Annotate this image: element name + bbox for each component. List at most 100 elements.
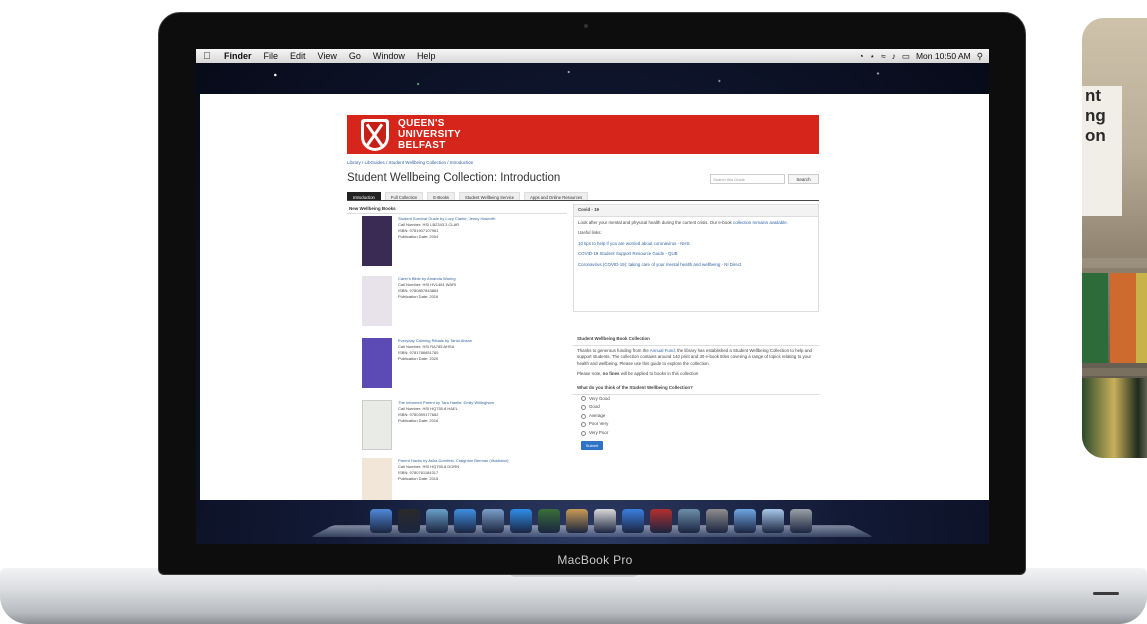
photo-book <box>1136 273 1147 363</box>
app-store-icon[interactable] <box>454 509 476 533</box>
facetime-icon[interactable] <box>538 509 560 533</box>
book-title[interactable]: Carer's Bible <box>398 276 421 281</box>
university-name[interactable]: QUEEN'S UNIVERSITY BELFAST <box>398 118 461 151</box>
photo-sign-line: on <box>1085 126 1106 145</box>
book-title[interactable]: Everyday Calming Rituals <box>398 338 444 343</box>
bluetooth-icon[interactable]: ⋆ <box>870 51 875 62</box>
poll-option-label: Poor Very <box>589 421 609 427</box>
book-author[interactable]: by Tania Ahsan <box>445 338 472 343</box>
book-cover[interactable] <box>362 216 392 266</box>
documents-folder-icon[interactable] <box>762 509 784 533</box>
poll-option[interactable]: Poor Very <box>573 420 819 429</box>
menu-edit[interactable]: Edit <box>284 51 312 61</box>
applications-folder-icon[interactable] <box>734 509 756 533</box>
menu-go[interactable]: Go <box>343 51 367 61</box>
dock <box>310 501 874 543</box>
covid-intro-link[interactable]: collection remains available. <box>733 220 788 225</box>
menu-status-area: ◔ ⋆ ≈ ♪ ▭ Mon 10:50 AM ⚲ <box>859 51 989 62</box>
new-books-heading: New Wellbeing Books <box>347 204 567 214</box>
poll-option-label: Very Poor <box>589 429 609 435</box>
wifi-icon[interactable]: ≈ <box>881 51 886 61</box>
poll-option[interactable]: Average <box>573 412 819 421</box>
system-prefs-icon[interactable] <box>706 509 728 533</box>
tab-introduction[interactable]: Introduction <box>347 192 381 200</box>
book-date: Publication Date: 2020 <box>398 356 439 361</box>
mission-control-icon[interactable] <box>426 509 448 533</box>
covid-link[interactable]: 10 tips to help if you are worried about… <box>574 240 818 249</box>
photo-sign-line: ng <box>1085 106 1106 125</box>
time-machine-icon[interactable]: ◔ <box>859 51 864 61</box>
trash-icon[interactable] <box>790 509 812 533</box>
annual-fund-link[interactable]: Annual Fund, <box>650 348 676 353</box>
library-photo: nt ng on <box>1082 18 1147 458</box>
book-item: Everyday Calming Rituals by Tania Ahsan … <box>362 338 562 390</box>
book-item: Student Survival Guide by Lucy Clarke, J… <box>362 216 562 268</box>
clock[interactable]: Mon 10:50 AM <box>916 51 971 61</box>
tab-apps-online-resources[interactable]: Apps and Online Resources <box>524 192 589 200</box>
qub-banner: QUEEN'S UNIVERSITY BELFAST <box>347 115 819 154</box>
university-name-line: BELFAST <box>398 140 446 151</box>
menu-bar:  Finder File Edit View Go Window Help ◔… <box>196 49 989 63</box>
book-cover[interactable] <box>362 276 392 326</box>
tab-student-wellbeing-service[interactable]: Student Wellbeing Service <box>459 192 521 200</box>
poll-option[interactable]: Very Poor <box>573 429 819 438</box>
search-input[interactable]: Search this Guide <box>710 174 785 184</box>
radio-button[interactable] <box>581 430 586 436</box>
page-title: Student Wellbeing Collection: Introducti… <box>347 172 561 184</box>
menu-app-name[interactable]: Finder <box>218 51 258 61</box>
dashboard-icon[interactable] <box>398 509 420 533</box>
photo-book <box>1110 273 1136 363</box>
book-date: Publication Date: 2004 <box>398 234 439 239</box>
poll-option-label: Very Good <box>589 395 610 401</box>
poll-option[interactable]: Good <box>573 403 819 412</box>
camera-icon <box>584 24 588 28</box>
battery-icon[interactable]: ▭ <box>902 51 910 62</box>
book-item: The Informed Parent by Tara Haelle, Emil… <box>362 400 562 452</box>
breadcrumb[interactable]: Library / LibGuides / Student Wellbeing … <box>347 160 473 165</box>
book-title[interactable]: The Informed Parent <box>398 400 435 405</box>
safari-icon[interactable] <box>510 509 532 533</box>
poll-option-label: Average <box>589 412 606 418</box>
book-cover[interactable] <box>362 338 392 388</box>
tab-full-collection[interactable]: Full Collection <box>384 192 424 200</box>
volume-icon[interactable]: ♪ <box>892 51 896 61</box>
book-date: Publication Date: 2016 <box>398 418 439 423</box>
covid-link[interactable]: COVID-19 Student Support Resource Guide … <box>574 250 818 259</box>
tab-e-books[interactable]: E-Books <box>427 192 456 200</box>
radio-button[interactable] <box>581 404 586 410</box>
radio-button[interactable] <box>581 396 586 402</box>
radio-button[interactable] <box>581 422 586 428</box>
covid-link[interactable]: Coronavirus (COVID-19): taking care of y… <box>574 261 818 270</box>
photo-sign-line: nt <box>1085 86 1102 105</box>
book-cover[interactable] <box>362 458 392 500</box>
browser-page: QUEEN'S UNIVERSITY BELFAST Library / Lib… <box>200 94 989 500</box>
covid-useful-label: Useful links: <box>578 230 602 236</box>
spotlight-icon[interactable]: ⚲ <box>977 51 983 62</box>
book-author[interactable]: by Tara Haelle, Emily Willingham <box>436 400 494 405</box>
poll-option[interactable]: Very Good <box>573 395 819 404</box>
radio-button[interactable] <box>581 413 586 419</box>
menu-help[interactable]: Help <box>411 51 442 61</box>
book-title[interactable]: Parent Hacks <box>398 458 422 463</box>
book-title[interactable]: Student Survival Guide <box>398 216 439 221</box>
finder-icon[interactable] <box>370 509 392 533</box>
itunes-icon[interactable] <box>622 509 644 533</box>
submit-button[interactable]: Submit <box>581 440 603 450</box>
book-author[interactable]: by Asha Dornfest, Craighton Berman (Illu… <box>423 458 508 463</box>
preview-icon[interactable] <box>482 509 504 533</box>
book-author[interactable]: by Lucy Clarke, Jenny Haworth <box>440 216 495 221</box>
photo-booth-icon[interactable] <box>650 509 672 533</box>
calendar-icon[interactable] <box>594 509 616 533</box>
book-author[interactable]: by Amanda Waring <box>422 276 456 281</box>
photo-sign: nt ng on <box>1082 86 1122 216</box>
menu-view[interactable]: View <box>312 51 343 61</box>
photo-book <box>1082 273 1108 363</box>
ical-icon[interactable] <box>566 509 588 533</box>
book-cover[interactable] <box>362 400 392 450</box>
menu-file[interactable]: File <box>258 51 285 61</box>
apple-icon[interactable]:  <box>196 51 218 62</box>
iphoto-icon[interactable] <box>678 509 700 533</box>
menu-window[interactable]: Window <box>367 51 411 61</box>
photo-shelf <box>1082 258 1147 268</box>
search-button[interactable]: Search <box>788 174 819 184</box>
